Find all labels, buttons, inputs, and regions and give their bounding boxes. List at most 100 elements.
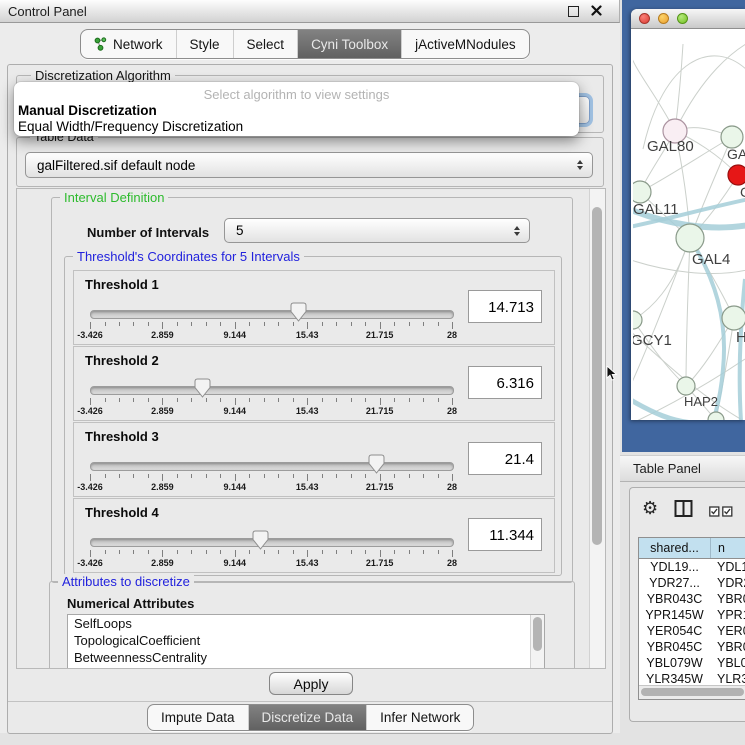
slider-tick [438, 398, 439, 402]
tab-cyni-toolbox[interactable]: Cyni Toolbox [297, 30, 401, 58]
slider-tick [133, 398, 134, 402]
attribute-list-item[interactable]: SelfLoops [68, 615, 544, 632]
slider-tick [105, 322, 106, 326]
network-node[interactable] [722, 306, 745, 330]
table-row[interactable]: YBR045CYBR0 [639, 639, 745, 655]
slider-track[interactable] [90, 310, 454, 319]
slider-handle[interactable] [194, 378, 211, 398]
slider-tick [119, 550, 120, 554]
slider-tick-label: 28 [447, 558, 457, 568]
tab-style[interactable]: Style [176, 30, 233, 58]
close-icon[interactable] [591, 5, 602, 16]
tab-label: jActiveMNodules [415, 37, 516, 52]
slider-tick [90, 550, 91, 557]
number-of-intervals-combobox[interactable]: 5 [224, 218, 530, 243]
slider-handle[interactable] [252, 530, 269, 550]
network-node[interactable] [721, 126, 743, 148]
slider-tick [162, 398, 163, 405]
table-row[interactable]: YDR27...YDR2 [639, 575, 745, 591]
tab-network[interactable]: Network [81, 30, 176, 58]
network-canvas[interactable]: GAL80GACGAL11GAL4GCY1HHAP2 [633, 29, 745, 420]
checkboxes-icon[interactable] [709, 506, 733, 517]
slider-handle[interactable] [290, 302, 307, 322]
float-window-icon[interactable] [568, 6, 579, 17]
slider-tick [409, 550, 410, 554]
table-row[interactable]: YBL079WYBL0 [639, 655, 745, 671]
node-attribute-table[interactable]: shared...n YDL19...YDL1YDR27...YDR2YBR04… [638, 537, 745, 700]
close-traffic-light-icon[interactable] [639, 13, 650, 24]
numerical-attributes-list[interactable]: SelfLoopsTopologicalCoefficientBetweenne… [67, 614, 545, 669]
tab-impute-data[interactable]: Impute Data [148, 705, 248, 730]
threshold-value-field[interactable]: 6.316 [468, 366, 542, 399]
slider-track[interactable] [90, 462, 454, 471]
threshold-value-field[interactable]: 14.713 [468, 290, 542, 323]
slider-track[interactable] [90, 538, 454, 547]
table-row[interactable]: YPR145WYPR1 [639, 607, 745, 623]
slider-tick-label: 28 [447, 406, 457, 416]
slider-handle[interactable] [368, 454, 385, 474]
tab-discretize-data[interactable]: Discretize Data [248, 705, 367, 730]
table-data-combobox[interactable]: galFiltered.sif default node [25, 152, 593, 178]
slider-tick [264, 322, 265, 326]
slider-tick [351, 322, 352, 326]
slider-tick [394, 550, 395, 554]
apply-button[interactable]: Apply [269, 672, 353, 695]
table-horizontal-scrollbar[interactable] [639, 685, 745, 699]
table-panel-title: Table Panel [633, 461, 701, 476]
threshold-value-field[interactable]: 21.4 [468, 442, 542, 475]
slider-tick [206, 398, 207, 402]
threshold-label: Threshold 4 [85, 505, 159, 520]
split-columns-icon[interactable] [674, 499, 693, 518]
attribute-list-item[interactable]: BetweennessCentrality [68, 649, 544, 666]
minimize-traffic-light-icon[interactable] [658, 13, 669, 24]
cell-name: YBL0 [710, 655, 745, 671]
control-panel-tabbar: Network Style SelectCyni Toolbox jActiveMNo… [80, 29, 530, 59]
slider-tick [162, 322, 163, 329]
slider-track[interactable] [90, 386, 454, 395]
slider-tick-label: 21.715 [366, 330, 394, 340]
zoom-traffic-light-icon[interactable] [677, 13, 688, 24]
threshold-value-field[interactable]: 11.344 [468, 518, 542, 551]
tab-infer-network[interactable]: Infer Network [366, 705, 473, 730]
table-header-row[interactable]: shared...n [639, 538, 745, 559]
network-node-label: GA [727, 146, 745, 162]
tab-jactivemnodules[interactable]: jActiveMNodules [401, 30, 529, 58]
table-row[interactable]: YBR043CYBR0 [639, 591, 745, 607]
table-row[interactable]: YDL19...YDL1 [639, 559, 745, 575]
slider-tick [278, 322, 279, 326]
tab-label: Style [190, 37, 220, 52]
network-node[interactable] [677, 377, 695, 395]
cell-shared-name: YER054C [639, 623, 710, 639]
network-node[interactable] [633, 311, 642, 329]
network-node[interactable] [676, 224, 704, 252]
attributes-group: Attributes to discretize Numerical Attri… [49, 581, 575, 669]
network-node[interactable] [728, 165, 745, 185]
numerical-attributes-label: Numerical Attributes [67, 596, 194, 611]
slider-tick [452, 550, 453, 557]
settings-scrollbar[interactable] [589, 189, 605, 668]
algorithm-option[interactable]: Manual Discretization [14, 103, 579, 119]
slider-tick [133, 322, 134, 326]
attribute-list-item[interactable]: TopologicalCoefficient [68, 632, 544, 649]
network-node[interactable] [633, 181, 651, 203]
table-row[interactable]: YER054CYER0 [639, 623, 745, 639]
slider-tick [409, 474, 410, 478]
gear-icon[interactable]: ⚙ [642, 498, 658, 519]
slider-tick [423, 474, 424, 478]
column-header-name[interactable]: n [711, 538, 745, 558]
slider-tick [409, 398, 410, 402]
algorithm-option[interactable]: Equal Width/Frequency Discretization [14, 119, 579, 135]
network-node-label: HAP2 [684, 394, 718, 409]
cell-shared-name: YDL19... [639, 559, 710, 575]
tab-label: Impute Data [161, 710, 235, 725]
slider-tick [235, 550, 236, 557]
column-header-shared-name[interactable]: shared... [639, 538, 711, 558]
slider-tick [394, 398, 395, 402]
list-scrollbar[interactable] [530, 615, 544, 669]
slider-tick [162, 474, 163, 481]
table-panel-titlebar: Table Panel [620, 455, 745, 482]
number-of-intervals-value: 5 [236, 223, 244, 238]
slider-tick-label: 15.43 [296, 482, 319, 492]
tab-select[interactable]: Select [233, 30, 298, 58]
slider-tick [90, 474, 91, 481]
